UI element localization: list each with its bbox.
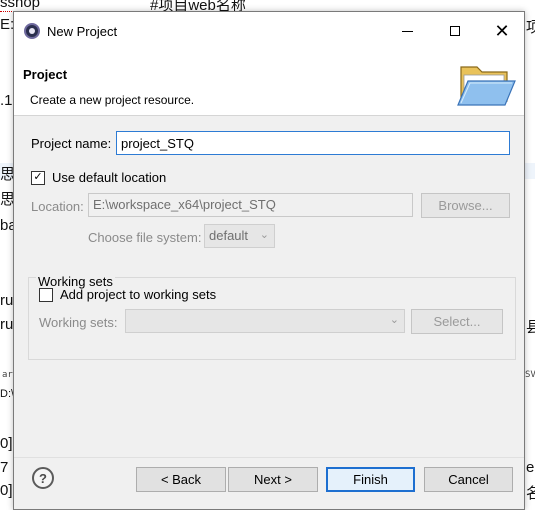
background-text: SV xyxy=(525,370,535,380)
help-icon[interactable]: ? xyxy=(32,467,54,489)
minimize-icon xyxy=(401,30,413,32)
use-default-location-checkbox[interactable]: ✓ Use default location xyxy=(31,170,166,185)
checkbox-checked-icon: ✓ xyxy=(31,170,45,185)
background-text: e xyxy=(526,459,535,476)
use-default-location-label: Use default location xyxy=(52,170,167,185)
title-bar[interactable]: New Project ✕ xyxy=(14,12,524,50)
maximize-button[interactable] xyxy=(432,12,478,50)
add-to-working-sets-label: Add project to working sets xyxy=(60,287,217,302)
next-button[interactable]: Next > xyxy=(228,467,318,492)
back-button[interactable]: < Back xyxy=(136,467,226,492)
footer-separator xyxy=(14,457,524,458)
background-text: 名 xyxy=(526,485,535,502)
working-sets-label: Working sets: xyxy=(39,315,118,330)
chevron-down-icon: ⌄ xyxy=(259,229,269,241)
finish-button[interactable]: Finish xyxy=(326,467,415,492)
background-text: 县 xyxy=(526,319,535,336)
close-button[interactable]: ✕ xyxy=(479,12,525,50)
folder-icon xyxy=(457,66,516,106)
background-text: ru xyxy=(0,316,14,333)
minimize-button[interactable] xyxy=(384,12,430,50)
cancel-button[interactable]: Cancel xyxy=(424,467,513,492)
banner-description: Create a new project resource. xyxy=(30,93,195,107)
background-text: 项 xyxy=(526,19,535,36)
chevron-down-icon: ⌄ xyxy=(389,314,399,326)
project-name-input[interactable] xyxy=(116,131,510,155)
file-system-select[interactable]: default ⌄ xyxy=(204,224,275,248)
background-text: .1 xyxy=(0,92,13,109)
file-system-value: default xyxy=(209,228,249,243)
background-text: ar xyxy=(2,370,13,380)
location-input[interactable]: E:\workspace_x64\project_STQ xyxy=(88,193,413,217)
close-icon: ✕ xyxy=(494,21,510,41)
add-to-working-sets-checkbox[interactable]: Add project to working sets xyxy=(39,287,216,302)
select-working-sets-button[interactable]: Select... xyxy=(411,309,503,334)
wizard-banner: Project Create a new project resource. xyxy=(14,50,524,116)
browse-button[interactable]: Browse... xyxy=(421,193,510,218)
new-project-dialog: New Project ✕ Project Create a new proje… xyxy=(13,11,525,510)
maximize-icon xyxy=(450,26,460,36)
dialog-title: New Project xyxy=(47,24,118,39)
background-text: 7 xyxy=(0,459,9,476)
background-text: ru xyxy=(0,292,14,309)
banner-title: Project xyxy=(23,67,68,82)
background-text: 0] xyxy=(0,482,13,499)
project-name-label: Project name: xyxy=(31,136,112,151)
location-label: Location: xyxy=(31,199,84,214)
eclipse-icon xyxy=(24,23,40,39)
file-system-label: Choose file system: xyxy=(88,230,202,245)
background-text: 0] xyxy=(0,435,13,452)
checkbox-unchecked-icon xyxy=(39,287,53,302)
working-sets-select[interactable]: ⌄ xyxy=(125,309,405,333)
